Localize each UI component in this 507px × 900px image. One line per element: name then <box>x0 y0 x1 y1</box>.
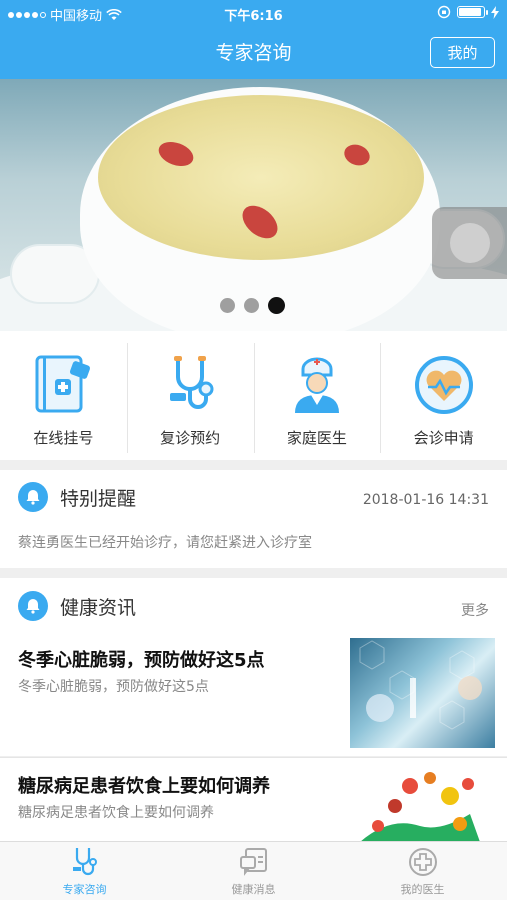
special-reminder-card[interactable]: 特别提醒 2018-01-16 14:31 蔡连勇医生已经开始诊疗，请您赶紧进入… <box>0 470 507 568</box>
top-bar: 中国移动 下午6:16 专家咨询 我的 <box>0 0 507 79</box>
service-menu: 在线挂号 复诊预约 家庭医生 会诊申请 <box>0 331 507 460</box>
menu-item-consultation-request[interactable]: 会诊申请 <box>380 331 507 460</box>
reminder-time: 2018-01-16 14:31 <box>362 492 489 508</box>
pager-dot[interactable] <box>220 298 235 313</box>
health-news-title: 健康资讯 <box>60 596 137 619</box>
news-thumbnail <box>350 766 495 842</box>
heart-consult-icon <box>414 356 473 414</box>
menu-item-online-registration[interactable]: 在线挂号 <box>0 331 127 460</box>
medical-cross-icon <box>408 848 437 876</box>
tab-my-doctor[interactable]: 我的医生 <box>338 842 507 900</box>
bell-icon <box>18 591 48 621</box>
status-bar: 中国移动 下午6:16 <box>0 0 507 28</box>
pager-dot[interactable] <box>244 298 259 313</box>
charging-icon <box>491 5 499 19</box>
pager-dot-active[interactable] <box>268 297 285 314</box>
registration-book-icon <box>35 355 91 413</box>
menu-item-follow-up-appointment[interactable]: 复诊预约 <box>126 331 254 460</box>
stethoscope-icon <box>170 356 214 409</box>
status-time: 下午6:16 <box>224 9 283 24</box>
news-title: 糖尿病足患者饮食上要如何调养 <box>18 776 270 797</box>
reminder-title: 特别提醒 <box>60 487 137 510</box>
orientation-lock-icon <box>437 5 451 19</box>
chat-document-icon <box>239 848 267 876</box>
bell-icon <box>18 482 48 512</box>
reminder-message: 蔡连勇医生已经开始诊疗，请您赶紧进入诊疗室 <box>18 535 312 551</box>
doctor-icon <box>294 357 339 413</box>
more-link[interactable]: 更多 <box>461 600 489 620</box>
tab-expert-consult[interactable]: 专家咨询 <box>0 842 169 900</box>
news-subtitle: 糖尿病足患者饮食上要如何调养 <box>18 805 214 821</box>
banner-pager <box>220 297 285 314</box>
mine-button[interactable]: 我的 <box>430 37 495 68</box>
menu-item-family-doctor[interactable]: 家庭医生 <box>253 331 381 460</box>
news-item[interactable]: 冬季心脏脆弱，预防做好这5点 冬季心脏脆弱，预防做好这5点 <box>0 630 507 756</box>
banner-carousel[interactable] <box>0 79 507 331</box>
stethoscope-tab-icon <box>72 848 97 876</box>
health-news-header: 健康资讯 更多 <box>0 578 507 630</box>
floating-assistive-button[interactable] <box>432 207 507 279</box>
battery-icon <box>457 6 488 18</box>
tab-health-messages[interactable]: 健康消息 <box>169 842 338 900</box>
news-title: 冬季心脏脆弱，预防做好这5点 <box>18 650 265 671</box>
news-item[interactable]: 糖尿病足患者饮食上要如何调养 糖尿病足患者饮食上要如何调养 <box>0 757 507 842</box>
news-subtitle: 冬季心脏脆弱，预防做好这5点 <box>18 679 209 695</box>
bottom-tab-bar: 专家咨询 健康消息 我的医生 <box>0 841 507 900</box>
news-thumbnail <box>350 638 495 748</box>
